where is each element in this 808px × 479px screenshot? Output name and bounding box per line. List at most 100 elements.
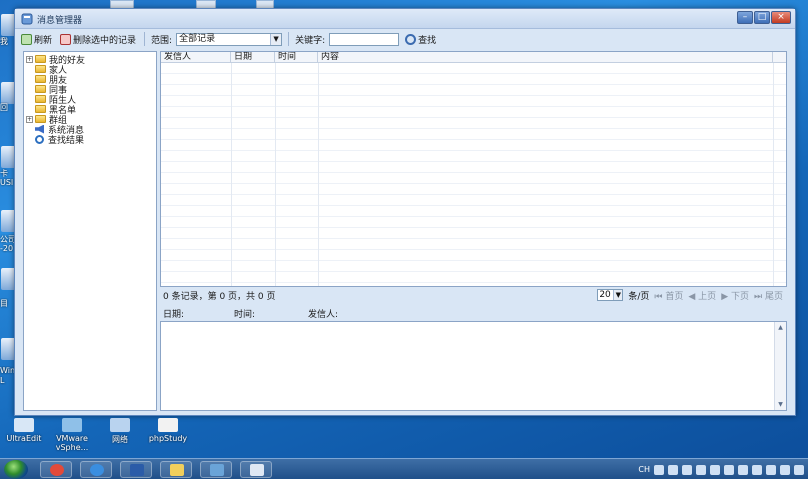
window-controls: – □ × xyxy=(737,11,791,24)
prev-page-icon: ◀ xyxy=(688,291,696,302)
last-page-icon: ⏭ xyxy=(754,291,763,302)
record-summary: 0 条记录，第 0 页，共 0 页 xyxy=(163,291,276,302)
scroll-up-icon[interactable]: ▲ xyxy=(775,322,786,333)
expand-icon[interactable]: + xyxy=(26,55,33,63)
taskbar: CH xyxy=(0,458,808,479)
user-icon[interactable] xyxy=(682,464,692,475)
folder-icon xyxy=(35,95,46,103)
delete-selected-button[interactable]: 删除选中的记录 xyxy=(58,31,138,47)
taskbar-qq[interactable] xyxy=(240,461,272,478)
message-details-header: 日期: 时间: 发信人: xyxy=(160,307,787,320)
taskbar-vm[interactable] xyxy=(200,461,232,478)
folder-icon xyxy=(35,65,46,73)
qq-tray-icon-2[interactable] xyxy=(738,464,748,475)
ultraedit-icon xyxy=(14,418,34,432)
scroll-down-icon[interactable]: ▼ xyxy=(775,399,786,410)
minimize-button[interactable]: – xyxy=(737,11,753,24)
range-label: 范围: xyxy=(151,35,173,46)
prev-page-button[interactable]: ◀ 上页 xyxy=(688,289,716,302)
search-icon xyxy=(405,33,417,45)
folder-icon xyxy=(170,464,184,476)
title-bar[interactable]: 消息管理器 – □ × xyxy=(15,9,795,29)
qq-tray-icon[interactable] xyxy=(724,464,734,475)
input-language[interactable]: CH xyxy=(638,465,650,474)
refresh-icon xyxy=(21,33,32,45)
taskbar-ie[interactable] xyxy=(80,461,112,478)
next-page-icon: ▶ xyxy=(721,291,729,302)
folder-icon xyxy=(35,75,46,83)
tree-item-search-results[interactable]: 查找结果 xyxy=(24,134,85,146)
qq-icon xyxy=(250,464,264,476)
network-tray-icon[interactable] xyxy=(696,464,706,475)
folder-icon xyxy=(35,85,46,93)
chevron-down-icon[interactable]: ▼ xyxy=(613,290,623,300)
flag-icon[interactable] xyxy=(780,464,790,475)
next-page-button[interactable]: ▶ 下页 xyxy=(721,289,749,302)
details-time-label: 时间: xyxy=(234,309,256,320)
details-sender-label: 发信人: xyxy=(308,309,339,320)
range-select[interactable]: 全部记录 ▼ xyxy=(176,32,283,46)
column-date[interactable]: 日期 xyxy=(231,52,275,63)
delete-icon xyxy=(60,33,72,45)
first-page-button[interactable]: ⏮ 首页 xyxy=(654,289,683,302)
message-content-pane[interactable]: ▲ ▼ xyxy=(160,321,787,411)
chevron-down-icon[interactable]: ▼ xyxy=(270,33,282,45)
expand-icon[interactable]: + xyxy=(26,115,33,123)
network-icon xyxy=(110,418,130,432)
maximize-button[interactable]: □ xyxy=(754,11,770,24)
list-header: 发信人 日期 时间 内容 xyxy=(161,52,786,63)
message-list[interactable]: 发信人 日期 时间 内容 xyxy=(160,51,787,287)
pagination-bar: 0 条记录，第 0 页，共 0 页 20 ▼ 条/页 ⏮ 首页 ◀ 上页 ▶ 下… xyxy=(160,288,787,302)
close-button[interactable]: × xyxy=(771,11,791,24)
page-size-select[interactable]: 20 ▼ xyxy=(597,289,624,301)
find-label: 查找 xyxy=(418,35,437,46)
last-page-button[interactable]: ⏭ 尾页 xyxy=(754,289,783,302)
microphone-icon[interactable] xyxy=(668,464,678,475)
volume-icon[interactable] xyxy=(766,464,776,475)
speaker-icon xyxy=(35,124,44,134)
refresh-label: 刷新 xyxy=(34,35,53,46)
taskbar-chrome[interactable] xyxy=(40,461,72,478)
delete-selected-label: 删除选中的记录 xyxy=(73,35,137,46)
vm-icon xyxy=(210,464,224,476)
display-icon[interactable] xyxy=(752,464,762,475)
search-icon xyxy=(35,134,44,144)
window-title: 消息管理器 xyxy=(37,16,83,26)
vertical-scrollbar[interactable]: ▲ ▼ xyxy=(774,322,786,410)
ie-icon xyxy=(90,464,104,476)
phpstudy-icon xyxy=(158,418,178,432)
desktop-icon-vmware[interactable]: VMware vSphe... xyxy=(48,418,96,452)
toolbar-separator xyxy=(288,32,290,46)
refresh-button[interactable]: 刷新 xyxy=(19,31,54,47)
keyword-input[interactable] xyxy=(329,32,400,46)
desktop-icon-network[interactable]: 网络 xyxy=(96,418,144,445)
list-rows xyxy=(161,63,786,286)
keyword-label: 关键字: xyxy=(295,35,326,46)
chat-icon[interactable] xyxy=(710,464,720,475)
toolbar-separator xyxy=(144,32,146,46)
column-content[interactable]: 内容 xyxy=(318,52,773,63)
range-value: 全部记录 xyxy=(179,33,216,44)
folder-icon xyxy=(35,105,46,113)
per-page-label: 条/页 xyxy=(628,291,650,302)
page-size-value: 20 xyxy=(599,290,611,300)
taskbar-word[interactable] xyxy=(120,461,152,478)
keyboard-icon[interactable] xyxy=(654,464,664,475)
vmware-icon xyxy=(62,418,82,432)
column-sender[interactable]: 发信人 xyxy=(161,52,231,63)
tree-item-label: 查找结果 xyxy=(48,135,85,146)
folder-icon xyxy=(35,55,46,63)
desktop-icon-phpstudy[interactable]: phpStudy xyxy=(144,418,192,443)
battery-icon[interactable] xyxy=(794,464,804,475)
toolbar: 刷新 删除选中的记录 范围: 全部记录 ▼ 关键字: 查找 xyxy=(19,30,791,48)
desktop-icon-ultraedit[interactable]: UltraEdit xyxy=(0,418,48,443)
folder-icon xyxy=(35,115,46,123)
taskbar-explorer[interactable] xyxy=(160,461,192,478)
chrome-icon xyxy=(50,464,64,476)
word-icon xyxy=(130,464,144,476)
column-time[interactable]: 时间 xyxy=(275,52,318,63)
message-manager-window: 消息管理器 – □ × 刷新 删除选中的记录 范围: 全部记录 ▼ 关键字: 查… xyxy=(14,8,796,416)
start-button[interactable] xyxy=(4,460,28,479)
contact-tree: + 我的好友 家人 朋友 同事 陌生人 黑名单 + 群组 系统消息 查找结果 xyxy=(23,51,157,411)
find-button[interactable]: 查找 xyxy=(403,31,438,47)
